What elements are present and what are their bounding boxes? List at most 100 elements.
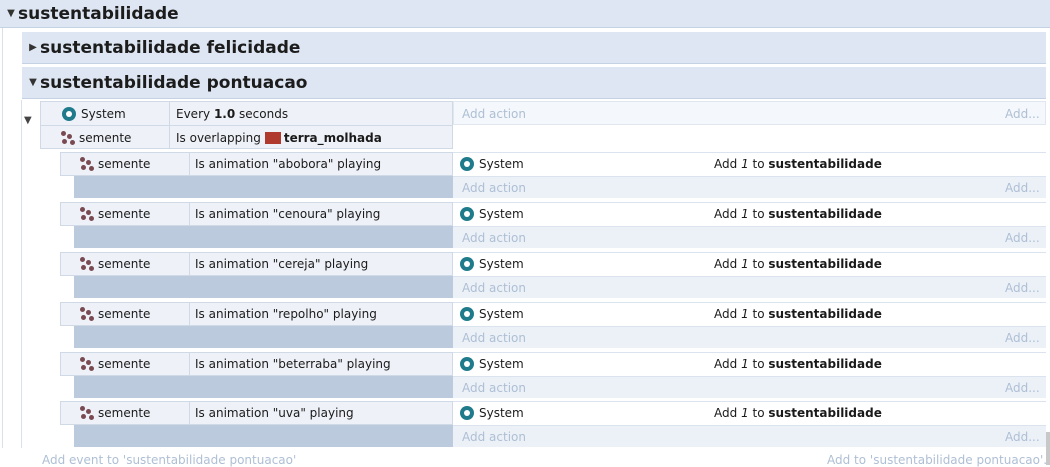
subevent-object-semente[interactable]: semente xyxy=(80,306,150,322)
add-short-link[interactable]: Add... xyxy=(1005,381,1040,395)
action-add-to-variable[interactable]: Add 1 to sustentabilidade xyxy=(714,256,882,272)
action-object-system[interactable]: System xyxy=(460,405,524,421)
action-add-to-variable[interactable]: Add 1 to sustentabilidade xyxy=(714,156,882,172)
action-add-to-variable[interactable]: Add 1 to sustentabilidade xyxy=(714,206,882,222)
object-name: semente xyxy=(98,406,151,420)
subevent-object-semente[interactable]: semente xyxy=(80,256,150,272)
column-divider xyxy=(189,202,190,226)
add-short-link[interactable]: Add... xyxy=(1005,181,1040,195)
add-short-link[interactable]: Add... xyxy=(1005,107,1040,121)
subevent-condition-text[interactable]: Is animation "beterraba" playing xyxy=(195,356,391,372)
system-gear-icon xyxy=(460,157,474,171)
subevent-object-semente[interactable]: semente xyxy=(80,206,150,222)
action-add-to-variable[interactable]: Add 1 to sustentabilidade xyxy=(714,405,882,421)
action-object-system[interactable]: System xyxy=(460,156,524,172)
group-header-felicidade[interactable]: ▶ sustentabilidade felicidade xyxy=(22,32,1046,64)
action-text: to xyxy=(752,406,765,420)
action-variable: sustentabilidade xyxy=(768,207,882,221)
condition-every-seconds[interactable]: Every 1.0 seconds xyxy=(176,106,288,122)
subevent-add-action-row[interactable] xyxy=(453,276,1046,298)
add-action-link[interactable]: Add action xyxy=(462,381,526,395)
subevent-condition-empty-row[interactable] xyxy=(74,425,453,447)
action-value: 1 xyxy=(741,157,749,171)
terra-molhada-sprite-icon xyxy=(264,132,281,144)
group-title: sustentabilidade felicidade xyxy=(40,37,301,58)
add-action-link[interactable]: Add action xyxy=(462,231,526,245)
column-divider xyxy=(189,401,190,425)
action-add-to-variable[interactable]: Add 1 to sustentabilidade xyxy=(714,356,882,372)
parent-add-action-row[interactable] xyxy=(453,101,1046,125)
subevent-object-semente[interactable]: semente xyxy=(80,156,150,172)
column-divider xyxy=(189,302,190,326)
column-divider xyxy=(189,252,190,276)
subevent-condition-text[interactable]: Is animation "cereja" playing xyxy=(195,256,368,272)
action-object-system[interactable]: System xyxy=(460,356,524,372)
action-object-system[interactable]: System xyxy=(460,206,524,222)
action-add-to-variable[interactable]: Add 1 to sustentabilidade xyxy=(714,306,882,322)
subevent-condition-empty-row[interactable] xyxy=(74,326,453,348)
collapse-triangle-icon[interactable]: ▼ xyxy=(4,8,18,19)
object-name: semente xyxy=(98,357,151,371)
object-name: semente xyxy=(98,257,151,271)
action-text: Add xyxy=(714,357,738,371)
subevent-object-semente[interactable]: semente xyxy=(80,405,150,421)
system-gear-icon xyxy=(62,107,76,121)
semente-sprite-icon xyxy=(80,306,95,322)
column-divider xyxy=(189,152,190,176)
subevent-add-action-row[interactable] xyxy=(453,326,1046,348)
system-gear-icon xyxy=(460,257,474,271)
action-variable: sustentabilidade xyxy=(768,157,882,171)
scrollbar-thumb[interactable] xyxy=(1046,432,1050,465)
group-header-pontuacao[interactable]: ▼ sustentabilidade pontuacao xyxy=(22,67,1046,99)
add-short-link[interactable]: Add... xyxy=(1005,430,1040,444)
subevent-condition-empty-row[interactable] xyxy=(74,276,453,298)
add-short-link[interactable]: Add... xyxy=(1005,331,1040,345)
action-value: 1 xyxy=(741,406,749,420)
subevent-add-action-row[interactable] xyxy=(453,176,1046,198)
action-text: to xyxy=(752,357,765,371)
system-gear-icon xyxy=(460,307,474,321)
condition-is-overlapping[interactable]: Is overlapping terra_molhada xyxy=(176,130,382,146)
action-object-system[interactable]: System xyxy=(460,306,524,322)
subevent-add-action-row[interactable] xyxy=(453,425,1046,447)
object-name: semente xyxy=(98,207,151,221)
add-action-link[interactable]: Add action xyxy=(462,331,526,345)
object-name: System xyxy=(479,157,524,171)
system-gear-icon xyxy=(460,357,474,371)
condition-value: 1.0 xyxy=(213,107,236,121)
subevent-add-action-row[interactable] xyxy=(453,376,1046,398)
add-action-link[interactable]: Add action xyxy=(462,107,526,121)
subevent-condition-empty-row[interactable] xyxy=(74,376,453,398)
subevent-condition-text[interactable]: Is animation "uva" playing xyxy=(195,405,354,421)
subevent-condition-text[interactable]: Is animation "repolho" playing xyxy=(195,306,377,322)
expand-triangle-icon[interactable]: ▶ xyxy=(26,42,40,53)
subevent-condition-text[interactable]: Is animation "abobora" playing xyxy=(195,156,381,172)
action-variable: sustentabilidade xyxy=(768,307,882,321)
object-name: semente xyxy=(98,307,151,321)
collapse-triangle-icon[interactable]: ▼ xyxy=(26,77,40,88)
action-variable: sustentabilidade xyxy=(768,257,882,271)
action-text: Add xyxy=(714,406,738,420)
subevent-object-semente[interactable]: semente xyxy=(80,356,150,372)
add-action-link[interactable]: Add action xyxy=(462,281,526,295)
action-object-system[interactable]: System xyxy=(460,256,524,272)
object-name: semente xyxy=(98,157,151,171)
subevent-condition-empty-row[interactable] xyxy=(74,176,453,198)
add-action-link[interactable]: Add action xyxy=(462,181,526,195)
subevent-condition-empty-row[interactable] xyxy=(74,226,453,248)
action-text: to xyxy=(752,257,765,271)
group-header-sustentabilidade[interactable]: ▼ sustentabilidade xyxy=(0,0,1050,28)
condition-object-system[interactable]: System xyxy=(62,106,126,122)
subevent-condition-text[interactable]: Is animation "cenoura" playing xyxy=(195,206,380,222)
add-short-link[interactable]: Add... xyxy=(1005,231,1040,245)
add-short-link[interactable]: Add... xyxy=(1005,281,1040,295)
action-value: 1 xyxy=(741,357,749,371)
group-title: sustentabilidade xyxy=(18,3,179,24)
add-action-link[interactable]: Add action xyxy=(462,430,526,444)
subevent-add-action-row[interactable] xyxy=(453,226,1046,248)
condition-object-semente[interactable]: semente xyxy=(61,130,131,146)
action-text: Add xyxy=(714,257,738,271)
tree-guide-line xyxy=(21,100,22,448)
group-title: sustentabilidade pontuacao xyxy=(40,72,308,93)
collapse-event-triangle-icon[interactable]: ▼ xyxy=(24,115,40,131)
